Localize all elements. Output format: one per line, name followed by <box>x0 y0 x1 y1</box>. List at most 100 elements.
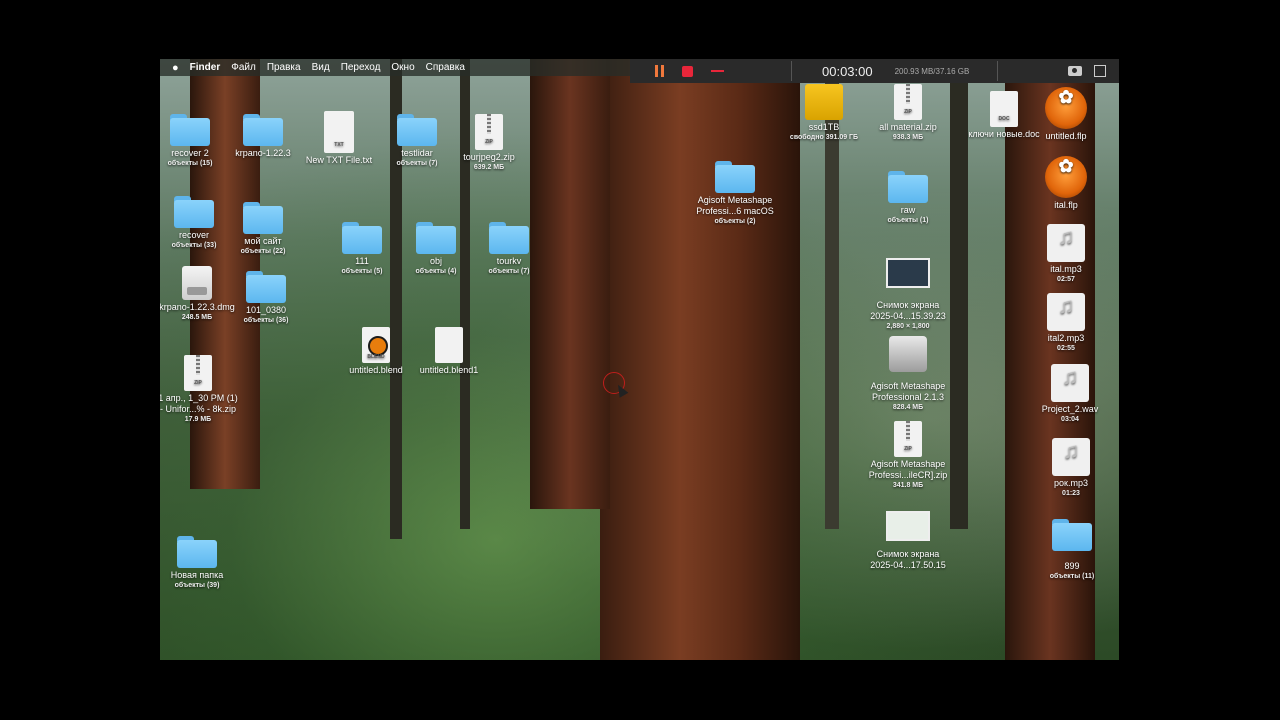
item-info: объекты (7) <box>488 268 530 275</box>
folder-icon <box>246 271 286 303</box>
item-label: tourkv <box>496 256 522 266</box>
item-label: ital.mp3 <box>1050 264 1082 274</box>
folder-icon <box>174 196 214 228</box>
menu-go[interactable]: Переход <box>341 62 381 73</box>
item-label: мой сайт <box>244 236 282 246</box>
item-label: 101_0380 <box>245 305 287 315</box>
stop-icon[interactable] <box>682 65 693 77</box>
folder-raw[interactable]: raw объекты (1) <box>860 171 956 225</box>
file-all-material-zip[interactable]: ZIP all material.zip 938.3 МБ <box>860 84 956 142</box>
item-label: untitled.flp <box>1045 131 1087 141</box>
item-info: объекты (22) <box>240 248 286 255</box>
file-untitled-flp[interactable]: ✿ untitled.flp <box>1018 87 1114 142</box>
item-info: 02:57 <box>1057 276 1075 283</box>
txt-icon: TXT <box>324 111 354 153</box>
screenshot-thumbnail-icon <box>886 511 930 541</box>
app-agisoft-2-1-3[interactable]: Agisoft Metashape Professional 2.1.3 828… <box>860 336 956 412</box>
zip-icon: ZIP <box>475 114 503 150</box>
item-label: raw <box>900 205 916 215</box>
file-rok-mp3[interactable]: ♫ рок.mp3 01:23 <box>1023 438 1119 498</box>
item-info: объекты (1) <box>887 217 929 224</box>
tree-trunk <box>530 59 610 509</box>
folder-agisoft-macos[interactable]: Agisoft Metashape Professi...6 macOS объ… <box>687 161 783 226</box>
edit-icon[interactable] <box>1094 65 1107 77</box>
item-label: ssd1TB <box>808 122 840 132</box>
menu-view[interactable]: Вид <box>312 62 330 73</box>
menu-window[interactable]: Окно <box>391 62 414 73</box>
folder-icon <box>397 114 437 146</box>
item-label: Agisoft Metashape <box>870 381 946 391</box>
file-ital-mp3[interactable]: ♫ ital.mp3 02:57 <box>1018 224 1114 284</box>
blend-icon: BLEND <box>362 327 390 363</box>
folder-moi-sait[interactable]: мой сайт объекты (22) <box>215 202 311 256</box>
folder-101-0380[interactable]: 101_0380 объекты (36) <box>218 271 314 325</box>
item-info: 341.8 МБ <box>892 482 924 489</box>
dmg-icon <box>182 266 212 300</box>
item-label: untitled.blend1 <box>419 365 479 375</box>
folder-tourkv[interactable]: tourkv объекты (7) <box>461 222 557 276</box>
item-info: 639.2 МБ <box>473 164 505 171</box>
divider <box>791 61 792 81</box>
music-note-icon: ♫ <box>1047 224 1085 262</box>
folder-icon <box>342 222 382 254</box>
item-info: 2,880 × 1,800 <box>886 323 930 330</box>
item-label-line2: Professi...6 macOS <box>696 206 774 216</box>
item-label: 899 <box>1064 561 1080 571</box>
folder-899[interactable]: 899 объекты (11) <box>1024 519 1119 581</box>
file-project-2-wav[interactable]: ♫ Project_2.wav 03:04 <box>1022 364 1118 424</box>
music-note-icon: ♫ <box>1052 438 1090 476</box>
item-label: Снимок экрана <box>876 549 940 559</box>
zip-icon: ZIP <box>894 84 922 120</box>
item-info: 03:04 <box>1061 416 1079 423</box>
screenshot-thumbnail-icon <box>886 258 930 288</box>
doc-icon: DOC <box>990 91 1018 127</box>
music-note-icon: ♫ <box>1051 364 1089 402</box>
drive-ssd1tb[interactable]: ssd1TB свободно 391.09 ГБ <box>776 84 872 142</box>
minus-icon[interactable] <box>711 70 724 72</box>
folder-icon <box>489 222 529 254</box>
zip-icon: ZIP <box>184 355 212 391</box>
folder-icon <box>416 222 456 254</box>
zip-icon: ZIP <box>894 421 922 457</box>
folder-icon <box>170 114 210 146</box>
item-info: объекты (36) <box>243 317 289 324</box>
divider <box>997 61 999 81</box>
item-label-line2: 2025-04...15.39.23 <box>870 311 946 321</box>
item-label: рок.mp3 <box>1054 478 1088 488</box>
file-snimok-2[interactable]: Снимок экрана 2025-04...17.50.15 <box>860 511 956 571</box>
file-ital2-mp3[interactable]: ♫ ital2.mp3 02:55 <box>1018 293 1114 353</box>
disk-image-icon <box>889 336 927 372</box>
camera-icon[interactable] <box>1068 66 1083 76</box>
menu-help[interactable]: Справка <box>426 62 465 73</box>
folder-new-folder[interactable]: Новая папка объекты (39) <box>160 536 245 590</box>
file-zip-8k[interactable]: ZIP 1 апр., 1_30 PM (1) - Unifor...% - 8… <box>160 355 246 424</box>
file-tourjpeg2-zip[interactable]: ZIP tourjpeg2.zip 639.2 МБ <box>441 114 537 172</box>
item-label-line2: 2025-04...17.50.15 <box>870 560 946 570</box>
menu-edit[interactable]: Правка <box>267 62 301 73</box>
item-info: объекты (39) <box>174 582 220 589</box>
item-label: ital2.mp3 <box>1047 333 1085 343</box>
item-info: 02:55 <box>1057 345 1075 352</box>
item-label-line2: Professi...ileCR].zip <box>868 470 948 480</box>
file-untitled-blend1[interactable]: untitled.blend1 <box>401 327 497 376</box>
file-agisoft-zip[interactable]: ZIP Agisoft Metashape Professi...ileCR].… <box>860 421 956 490</box>
item-info: объекты (11) <box>1049 573 1095 580</box>
item-info: 828.4 МБ <box>892 404 924 411</box>
folder-icon <box>888 171 928 203</box>
menu-file[interactable]: Файл <box>231 62 256 73</box>
folder-icon <box>243 114 283 146</box>
apple-icon[interactable]: ● <box>172 62 179 74</box>
folder-icon <box>1052 519 1092 551</box>
item-label: Снимок экрана <box>876 300 940 310</box>
file-snimok-1[interactable]: Снимок экрана 2025-04...15.39.23 2,880 ×… <box>860 258 956 331</box>
item-info: 17.9 МБ <box>184 416 212 423</box>
storage-readout: 200.93 МВ/37.16 GB <box>894 66 970 76</box>
item-info: 01:23 <box>1062 490 1080 497</box>
menu-finder[interactable]: Finder <box>190 62 221 73</box>
file-ital-flp[interactable]: ✿ ital.flp <box>1018 156 1114 211</box>
pause-icon[interactable] <box>654 65 666 77</box>
item-info: объекты (15) <box>167 160 213 167</box>
item-label: all material.zip <box>879 122 937 132</box>
item-label: 1 апр., 1_30 PM (1) <box>160 393 238 403</box>
item-label-line2: - Unifor...% - 8k.zip <box>160 404 237 414</box>
